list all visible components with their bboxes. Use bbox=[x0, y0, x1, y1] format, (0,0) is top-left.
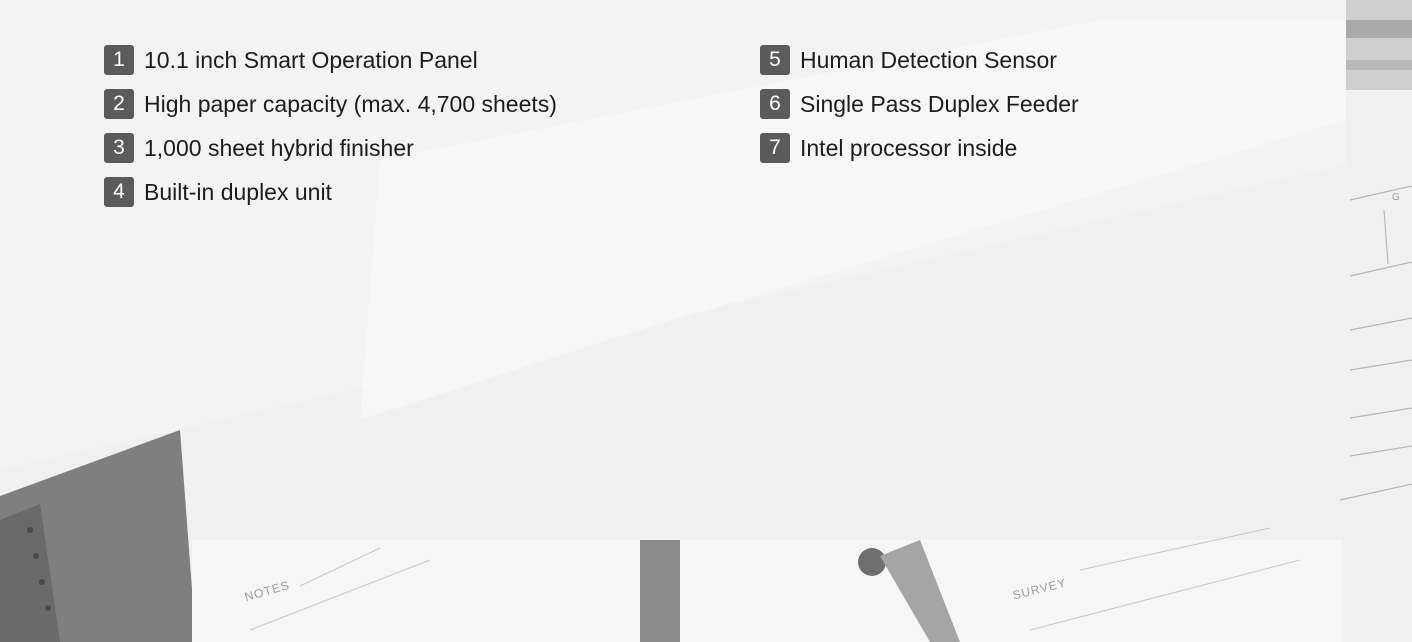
feature-item: 7 Intel processor inside bbox=[760, 126, 1180, 170]
number-badge: 1 bbox=[104, 45, 134, 75]
feature-item: 5 Human Detection Sensor bbox=[760, 38, 1180, 82]
number-badge: 7 bbox=[760, 133, 790, 163]
svg-text:G: G bbox=[1392, 192, 1400, 203]
feature-label: High paper capacity (max. 4,700 sheets) bbox=[144, 90, 557, 117]
feature-label: Built-in duplex unit bbox=[144, 178, 332, 205]
feature-label: Single Pass Duplex Feeder bbox=[800, 90, 1079, 117]
feature-item: 1 10.1 inch Smart Operation Panel bbox=[104, 38, 760, 82]
number-badge: 5 bbox=[760, 45, 790, 75]
feature-item: 2 High paper capacity (max. 4,700 sheets… bbox=[104, 82, 760, 126]
feature-item: 6 Single Pass Duplex Feeder bbox=[760, 82, 1180, 126]
number-badge: 4 bbox=[104, 177, 134, 207]
feature-item: 3 1,000 sheet hybrid finisher bbox=[104, 126, 760, 170]
feature-label: 10.1 inch Smart Operation Panel bbox=[144, 46, 478, 73]
number-badge: 2 bbox=[104, 89, 134, 119]
number-badge: 3 bbox=[104, 133, 134, 163]
feature-label: Intel processor inside bbox=[800, 134, 1018, 161]
feature-label: Human Detection Sensor bbox=[800, 46, 1057, 73]
feature-label: 1,000 sheet hybrid finisher bbox=[144, 134, 414, 161]
feature-item: 4 Built-in duplex unit bbox=[104, 170, 760, 214]
number-badge: 6 bbox=[760, 89, 790, 119]
feature-list: 1 10.1 inch Smart Operation Panel 2 High… bbox=[104, 38, 1180, 214]
